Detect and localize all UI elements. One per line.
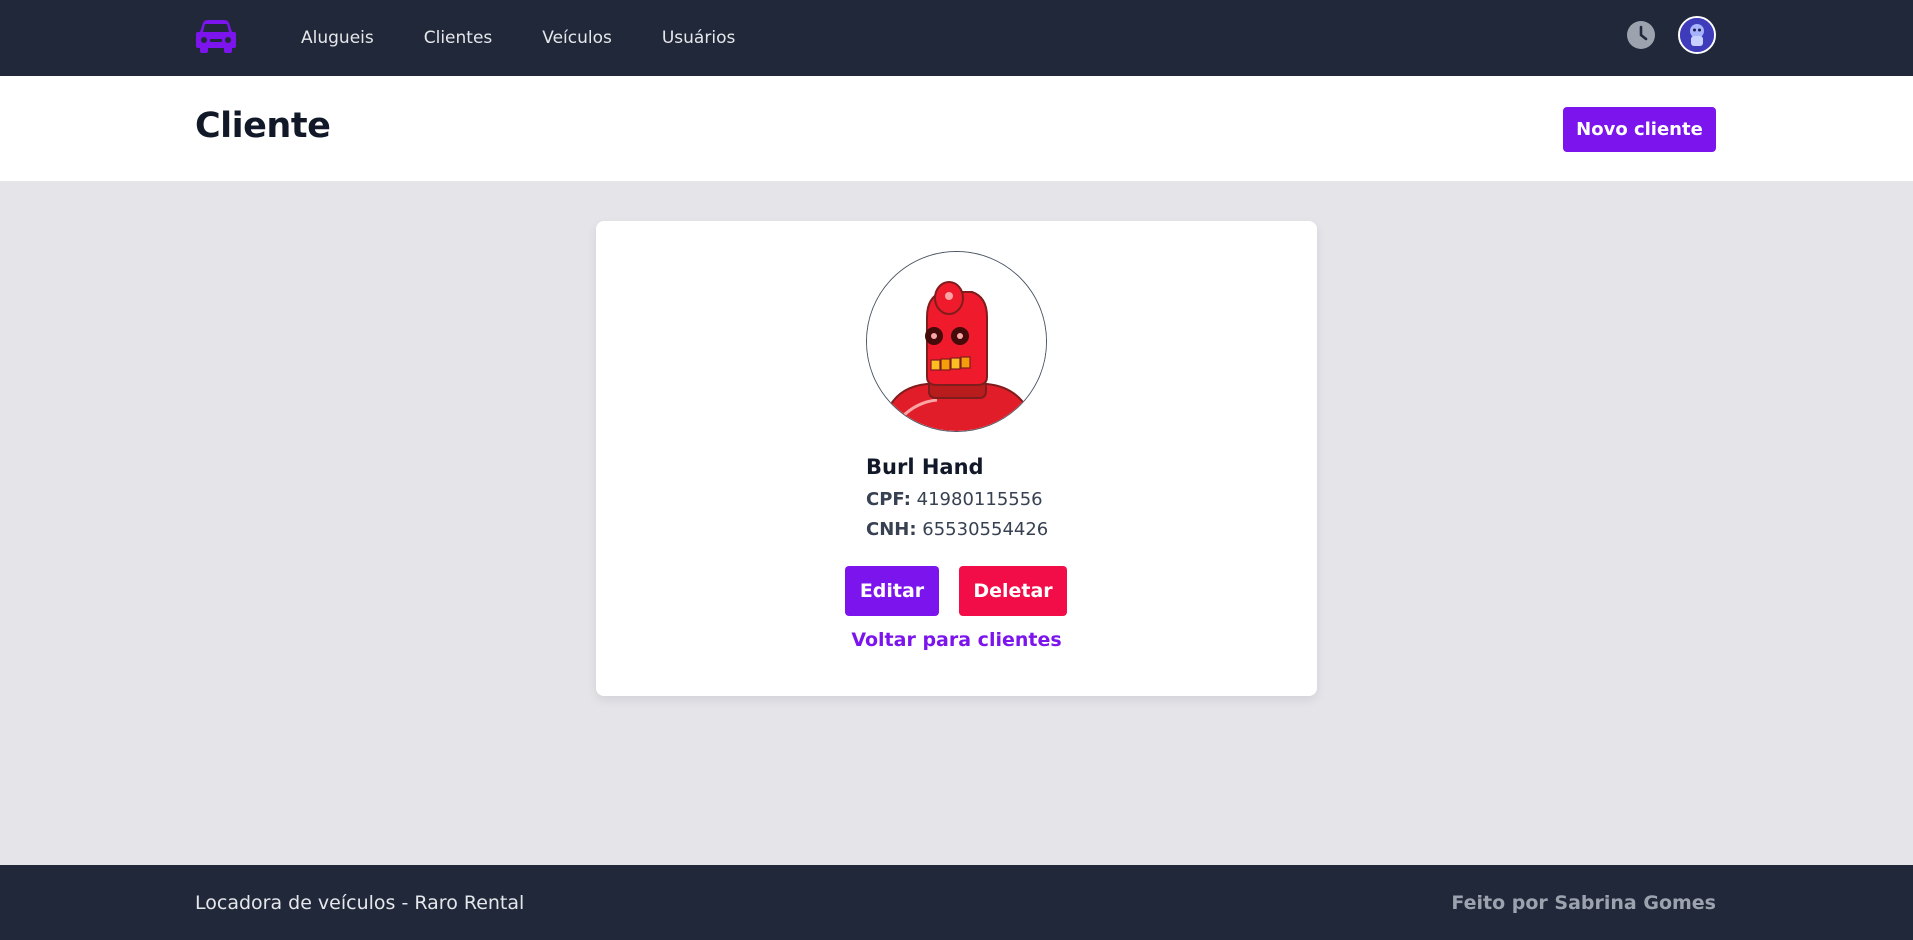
client-card: Burl Hand CPF: 41980115556 CNH: 65530554… xyxy=(596,221,1317,696)
edit-button[interactable]: Editar xyxy=(845,566,939,616)
client-avatar xyxy=(866,251,1047,432)
cnh-value: 65530554426 xyxy=(922,519,1049,540)
nav-user-area xyxy=(1626,16,1716,54)
page-header: Cliente Novo cliente xyxy=(0,76,1913,181)
user-avatar[interactable] xyxy=(1678,16,1716,54)
delete-button[interactable]: Deletar xyxy=(959,566,1067,616)
new-client-button[interactable]: Novo cliente xyxy=(1563,107,1716,152)
cpf-value: 41980115556 xyxy=(916,489,1043,510)
client-cpf: CPF: 41980115556 xyxy=(866,489,1043,510)
footer-company: Locadora de veículos - Raro Rental xyxy=(195,892,525,914)
nav-link-alugueis[interactable]: Alugueis xyxy=(301,28,374,48)
nav-links: Alugueis Clientes Veículos Usuários xyxy=(301,0,785,76)
cnh-label: CNH: xyxy=(866,519,917,540)
client-name: Burl Hand xyxy=(866,455,984,479)
nav-link-usuarios[interactable]: Usuários xyxy=(662,28,735,48)
page-title: Cliente xyxy=(195,106,331,146)
footer-credit: Feito por Sabrina Gomes xyxy=(1451,892,1716,914)
nav-link-veiculos[interactable]: Veículos xyxy=(542,28,612,48)
back-to-clients-link[interactable]: Voltar para clientes xyxy=(596,629,1317,651)
client-cnh: CNH: 65530554426 xyxy=(866,519,1048,540)
top-navbar: Alugueis Clientes Veículos Usuários xyxy=(0,0,1913,76)
nav-link-clientes[interactable]: Clientes xyxy=(424,28,493,48)
car-icon[interactable] xyxy=(195,19,237,53)
footer: Locadora de veículos - Raro Rental Feito… xyxy=(0,865,1913,940)
cpf-label: CPF: xyxy=(866,489,911,510)
clock-icon[interactable] xyxy=(1626,20,1656,50)
